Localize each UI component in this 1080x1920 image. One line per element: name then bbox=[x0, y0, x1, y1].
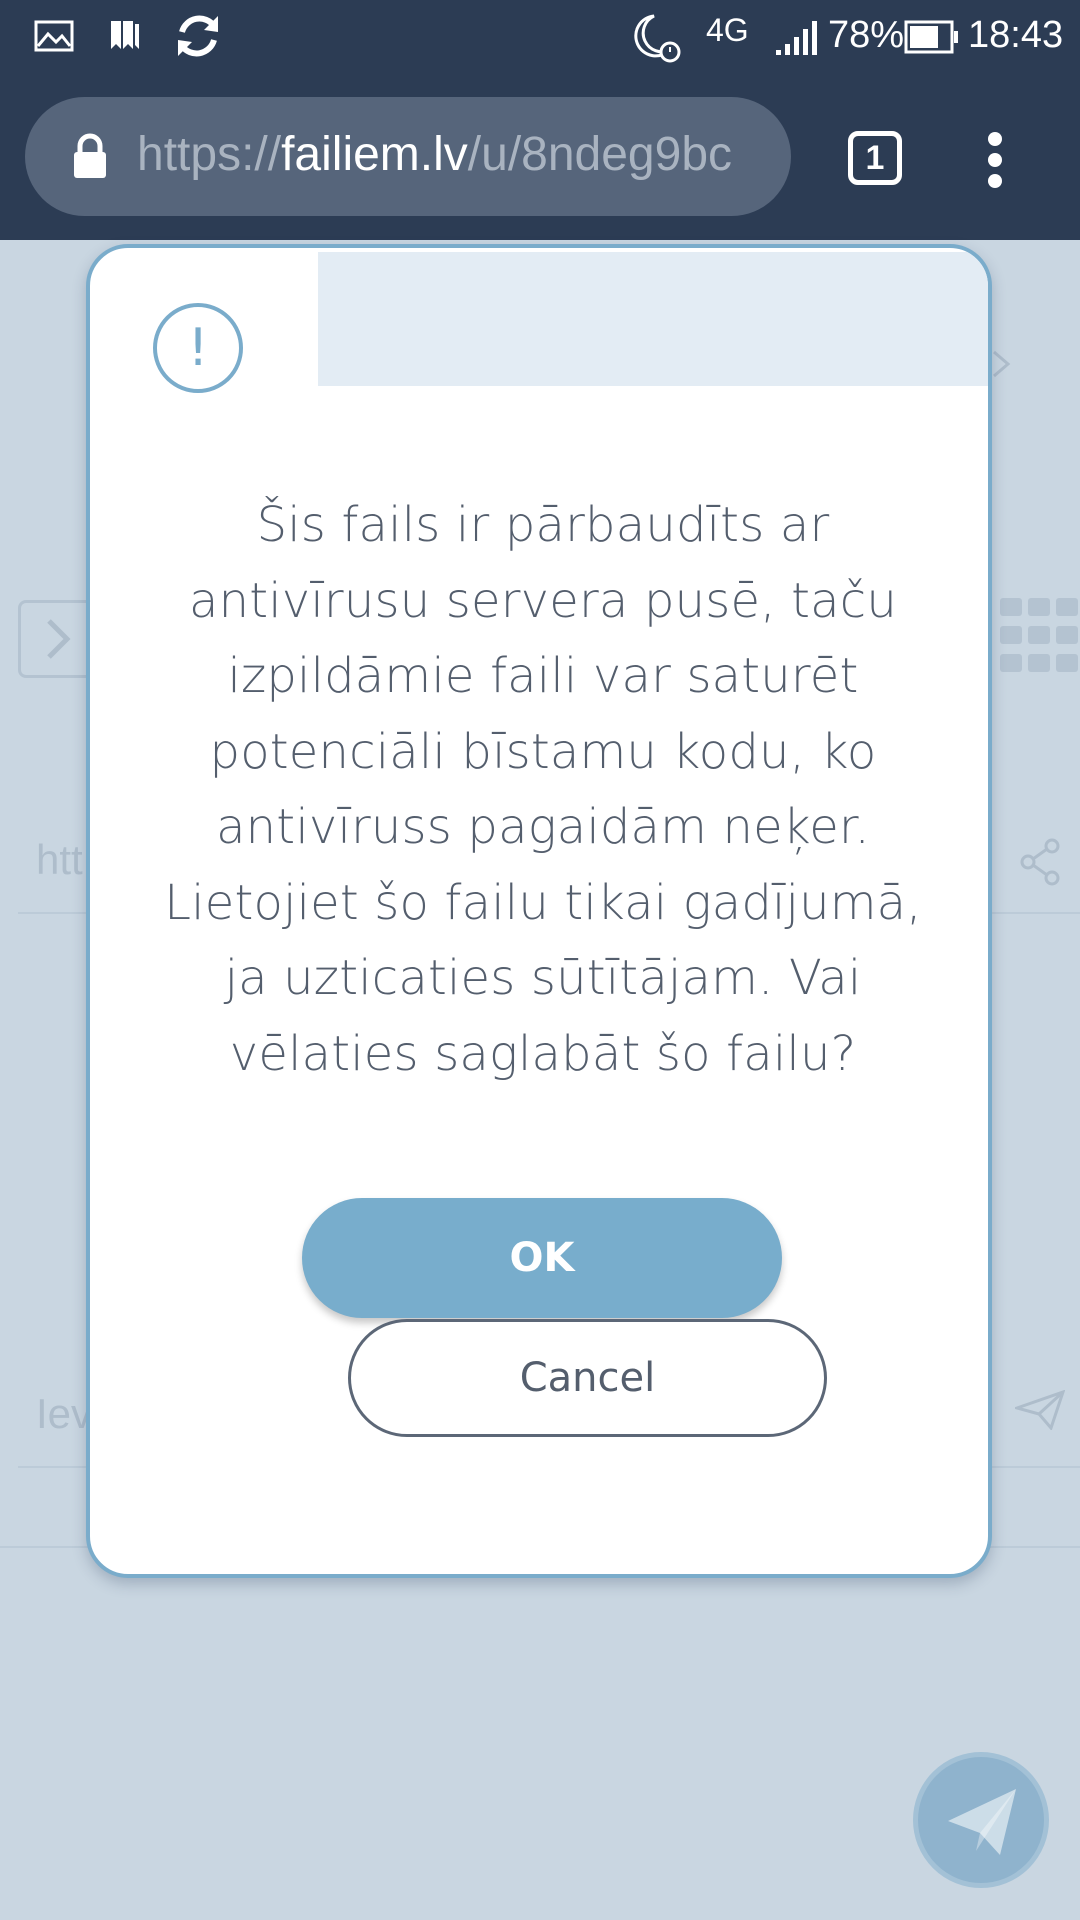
dialog-message: Šis fails ir pārbaudīts ar antivīrusu se… bbox=[164, 497, 922, 1082]
network-type: 4G bbox=[706, 12, 749, 48]
signal-icon bbox=[776, 21, 817, 55]
message-input[interactable]: Iev bbox=[36, 1390, 92, 1438]
chevron-right-icon bbox=[993, 350, 1011, 378]
gallery-icon bbox=[34, 20, 74, 52]
url-host: failiem.lv bbox=[281, 128, 468, 181]
battery-icon bbox=[904, 20, 958, 54]
send-icon[interactable] bbox=[1015, 1390, 1065, 1430]
browser-toolbar: https://failiem.lv/u/8ndeg9bc 1 bbox=[0, 74, 1080, 240]
lock-icon bbox=[74, 133, 106, 178]
url-path: /u/8ndeg9bc bbox=[467, 128, 733, 181]
dialog-header-band bbox=[318, 252, 988, 386]
address-bar[interactable]: https://failiem.lv/u/8ndeg9bc bbox=[25, 97, 791, 216]
send-fab-button[interactable] bbox=[913, 1752, 1049, 1888]
sync-icon bbox=[178, 15, 218, 57]
overflow-menu-icon[interactable] bbox=[985, 132, 1005, 188]
share-icon[interactable] bbox=[1018, 838, 1062, 886]
chevron-right-icon bbox=[47, 619, 71, 659]
cancel-button[interactable]: Cancel bbox=[348, 1319, 827, 1437]
battery-percent: 78% bbox=[828, 14, 905, 56]
url-text[interactable]: https://failiem.lv/u/8ndeg9bc bbox=[137, 127, 787, 182]
bookmarks-icon bbox=[111, 21, 139, 49]
warning-dialog: ! Šis fails ir pārbaudīts ar antivīrusu … bbox=[86, 244, 992, 1578]
url-scheme: https:// bbox=[137, 128, 282, 181]
file-link-text[interactable]: htt bbox=[36, 836, 83, 884]
alert-icon: ! bbox=[153, 303, 243, 393]
night-alarm-icon bbox=[634, 14, 681, 63]
grid-view-icon[interactable] bbox=[1000, 598, 1080, 678]
status-bar: 4G 78% 18:43 bbox=[0, 0, 1080, 74]
expand-button[interactable] bbox=[18, 600, 96, 678]
ok-button[interactable]: OK bbox=[302, 1198, 782, 1318]
paper-plane-icon bbox=[948, 1789, 1016, 1855]
clock: 18:43 bbox=[968, 14, 1064, 56]
tab-switcher-button[interactable]: 1 bbox=[848, 131, 902, 185]
